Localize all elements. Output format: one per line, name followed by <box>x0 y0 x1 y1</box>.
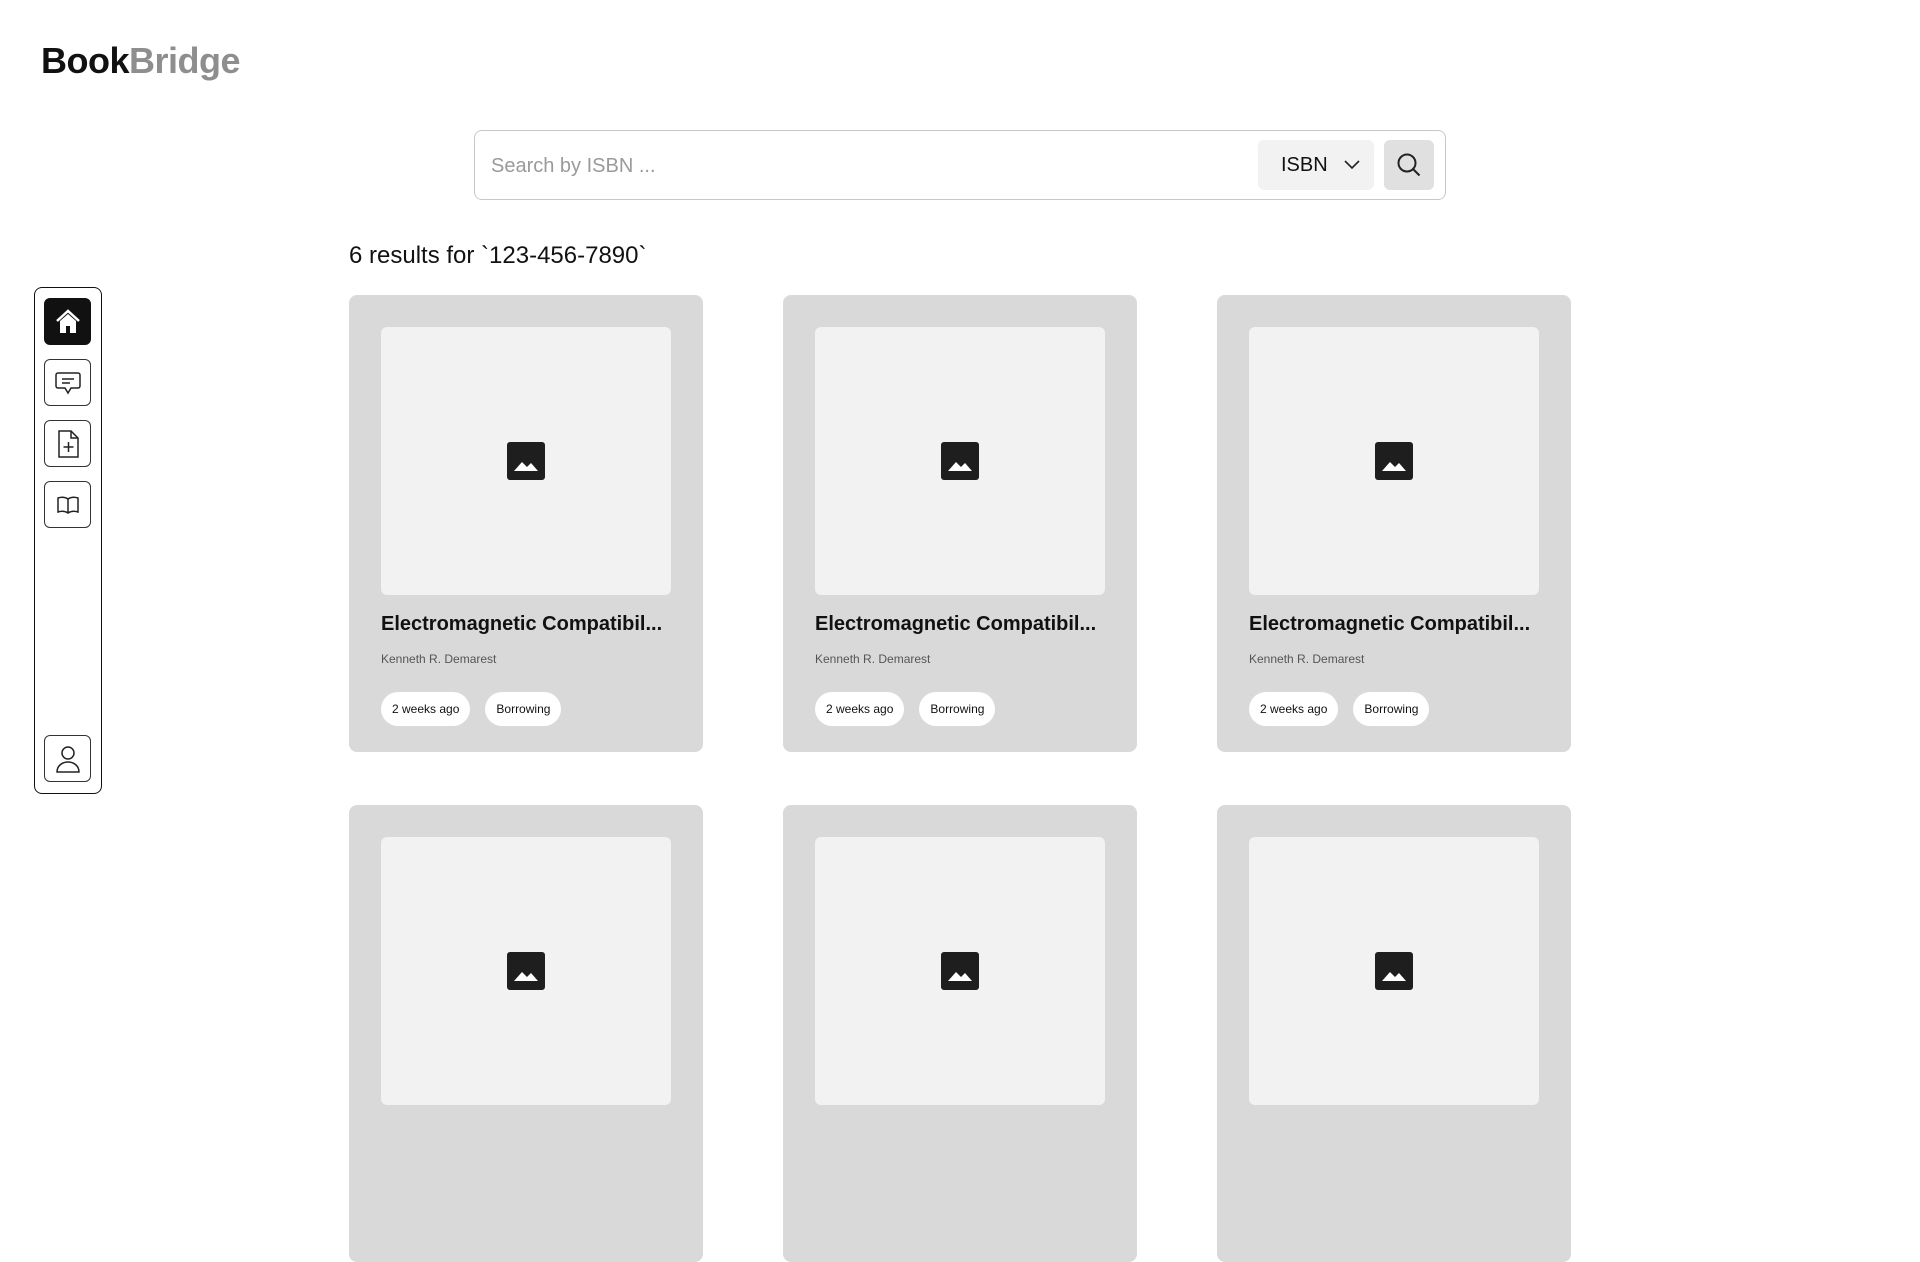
status-badge: Borrowing <box>485 692 562 726</box>
book-author: Kenneth R. Demarest <box>815 652 931 666</box>
status-badge: Borrowing <box>919 692 996 726</box>
search-icon <box>1397 153 1421 177</box>
book-cover <box>1249 327 1539 595</box>
image-placeholder-icon <box>941 442 979 480</box>
results-count: 6 results for `123-456-7890` <box>349 242 647 269</box>
time-badge: 2 weeks ago <box>815 692 905 726</box>
book-card[interactable] <box>783 805 1137 1262</box>
sidebar-item-messages[interactable] <box>44 359 91 406</box>
book-card[interactable]: Electromagnetic Compatibil... Kenneth R.… <box>349 295 703 752</box>
book-cover <box>381 327 671 595</box>
image-placeholder-icon <box>507 442 545 480</box>
logo-bridge: Bridge <box>129 40 241 81</box>
image-placeholder-icon <box>941 952 979 990</box>
chat-icon <box>54 371 81 394</box>
book-card[interactable]: Electromagnetic Compatibil... Kenneth R.… <box>783 295 1137 752</box>
sidebar-item-add-document[interactable] <box>44 420 91 467</box>
logo-book: Book <box>41 40 130 81</box>
search-type-value: ISBN <box>1281 153 1328 176</box>
sidebar-item-library[interactable] <box>44 481 91 528</box>
status-badge: Borrowing <box>1353 692 1430 726</box>
search-button[interactable] <box>1384 140 1434 190</box>
search-type-select[interactable]: ISBN <box>1258 140 1374 190</box>
search-input[interactable] <box>491 151 1231 181</box>
book-cover <box>381 837 671 1105</box>
image-placeholder-icon <box>507 952 545 990</box>
book-card[interactable]: Electromagnetic Compatibil... Kenneth R.… <box>1217 295 1571 752</box>
image-placeholder-icon <box>1375 442 1413 480</box>
sidebar-item-home[interactable] <box>44 298 91 345</box>
sidebar-item-profile[interactable] <box>44 735 91 782</box>
book-cover <box>1249 837 1539 1105</box>
book-title[interactable]: Electromagnetic Compatibil... <box>815 613 1096 636</box>
sidebar <box>34 287 102 794</box>
chevron-down-icon <box>1344 160 1360 170</box>
book-card[interactable] <box>349 805 703 1262</box>
book-cover <box>815 327 1105 595</box>
book-title[interactable]: Electromagnetic Compatibil... <box>381 613 662 636</box>
time-badge: 2 weeks ago <box>1249 692 1339 726</box>
file-plus-icon <box>57 429 79 458</box>
book-title[interactable]: Electromagnetic Compatibil... <box>1249 613 1530 636</box>
book-cover <box>815 837 1105 1105</box>
book-card[interactable] <box>1217 805 1571 1262</box>
image-placeholder-icon <box>1375 952 1413 990</box>
home-icon <box>55 308 80 333</box>
search-bar: ISBN <box>474 130 1446 200</box>
logo[interactable]: BookBridge <box>41 40 241 82</box>
user-icon <box>55 745 80 773</box>
book-open-icon <box>56 496 79 514</box>
book-author: Kenneth R. Demarest <box>1249 652 1365 666</box>
book-author: Kenneth R. Demarest <box>381 652 497 666</box>
time-badge: 2 weeks ago <box>381 692 471 726</box>
